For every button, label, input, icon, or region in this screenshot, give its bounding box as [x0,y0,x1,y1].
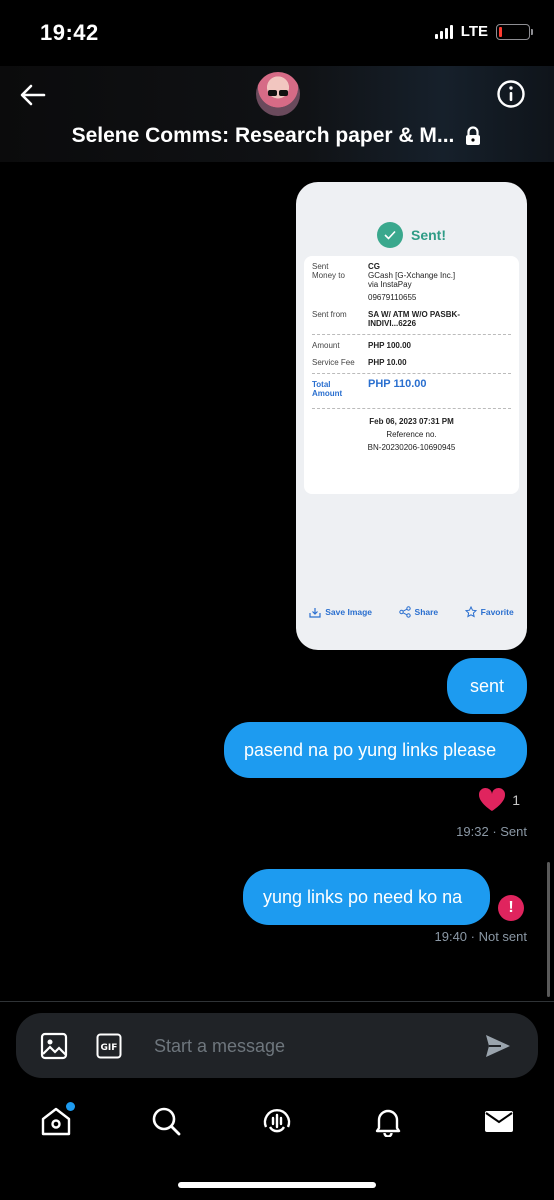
network-label: LTE [460,23,488,40]
transaction-date: Feb 06, 2023 07:31 PM [369,417,454,426]
nav-messages[interactable] [483,1105,515,1137]
bell-icon [375,1109,401,1138]
receipt-image-message[interactable]: Sent! Sent Money to CG GCash [G-Xchange … [296,182,527,650]
message-thread: Sent! Sent Money to CG GCash [G-Xchange … [0,162,554,1000]
arrow-left-icon [20,84,46,106]
reaction-count: 1 [512,791,520,808]
back-button[interactable] [18,80,48,110]
gif-icon[interactable]: GIF [96,1033,122,1059]
search-icon [152,1107,181,1136]
scrollbar[interactable] [547,862,550,997]
conversation-title: Selene Comms: Research paper & M... [71,124,455,147]
image-icon[interactable] [40,1032,68,1060]
message-status: 19:40 · Not sent [434,929,528,944]
share-icon [398,606,411,618]
receipt-status: Sent! [296,222,527,248]
error-icon[interactable]: ! [498,895,524,921]
info-icon[interactable] [496,79,526,109]
sunglasses-icon [268,90,288,96]
nav-notifications[interactable] [372,1105,404,1138]
check-icon [377,222,403,248]
status-indicators: LTE [434,23,533,40]
fee-value: PHP 10.00 [368,358,407,367]
sent-from-value: SA W/ ATM W/O PASBK- INDIVI...6226 [368,310,460,328]
total-label: Total Amount [312,380,343,398]
conversation-title-row[interactable]: Selene Comms: Research paper & M... [0,124,554,148]
recipient-detail: GCash [G-Xchange Inc.] via InstaPay [368,271,456,289]
message-bubble[interactable]: yung links po need ko na [243,869,490,925]
bottom-navigation [0,1095,554,1150]
reaction[interactable]: 1 [478,787,520,812]
receipt-label: Sent from [312,310,347,319]
send-icon[interactable] [484,1033,512,1059]
battery-icon [496,23,533,40]
share-label: Share [414,607,439,617]
home-indicator[interactable] [178,1182,376,1188]
reference-label: Reference no. [386,430,437,439]
message-status: 19:32 · Sent [456,824,527,839]
receipt-label: Amount [312,341,340,350]
avatar[interactable] [256,72,300,116]
divider [312,334,511,335]
message-input[interactable] [154,1031,454,1061]
divider [0,1001,554,1002]
svg-text:GIF: GIF [101,1043,118,1053]
receipt-card: Sent Money to CG GCash [G-Xchange Inc.] … [304,256,519,494]
recipient-name: CG [368,262,380,271]
recipient-number: 09679110655 [368,293,417,302]
receipt-label: Sent Money to [312,262,345,280]
nav-spaces[interactable] [261,1105,293,1137]
lock-icon [466,126,481,145]
divider [312,373,511,374]
spaces-icon [263,1109,291,1133]
download-icon [309,607,321,618]
divider [312,408,511,409]
conversation-header: Selene Comms: Research paper & M... [0,66,554,162]
status-time: 19:42 [40,20,99,45]
share-button[interactable]: Share [398,606,439,618]
heart-icon [479,787,506,811]
message-bubble[interactable]: pasend na po yung links please [224,722,527,778]
signal-icon [434,24,453,39]
nav-search[interactable] [150,1105,182,1137]
reference-number: BN-20230206-10690945 [367,443,456,452]
amount-value: PHP 100.00 [368,341,411,350]
save-image-button[interactable]: Save Image [309,606,372,618]
envelope-icon [485,1111,513,1132]
receipt-status-text: Sent! [411,227,446,243]
favorite-label: Favorite [480,607,514,617]
message-composer: GIF [16,1013,538,1078]
total-value: PHP 110.00 [368,378,427,390]
status-bar: 19:42 LTE [0,0,554,66]
message-bubble[interactable]: sent [447,658,527,714]
receipt-actions: Save Image Share Favorite [296,606,527,618]
save-image-label: Save Image [325,607,373,617]
star-icon [464,606,477,618]
receipt-label: Service Fee [312,358,355,367]
nav-home[interactable] [40,1102,75,1137]
notification-dot [66,1102,75,1111]
favorite-button[interactable]: Favorite [464,606,514,618]
